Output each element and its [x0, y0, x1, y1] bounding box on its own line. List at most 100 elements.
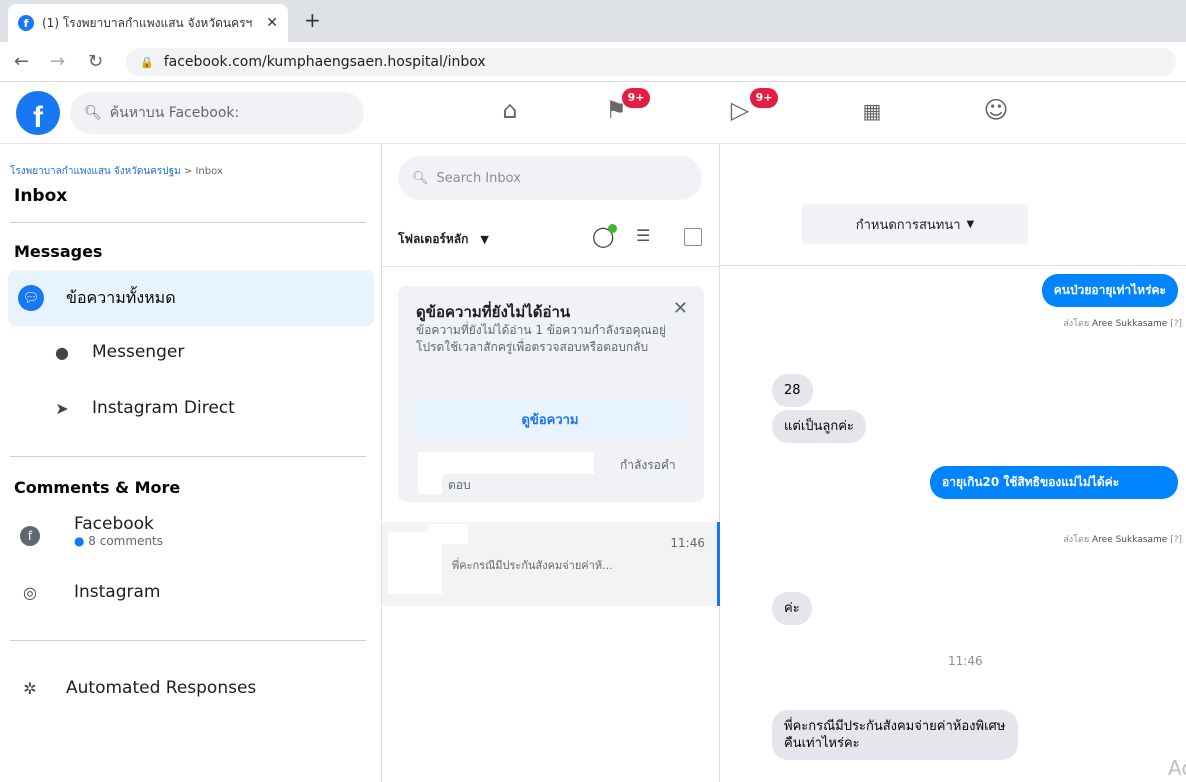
divider: [10, 456, 366, 457]
messenger-icon: ●: [55, 342, 69, 362]
video-badge: 9+: [750, 88, 778, 108]
facebook-icon: f: [20, 526, 40, 546]
reload-icon[interactable]: ↻: [88, 51, 103, 72]
filter-sliders-icon[interactable]: ☰: [636, 226, 650, 245]
sidebar-item-all-messages[interactable]: 💬︎ ข้อความทั้งหมด: [8, 270, 374, 326]
marketplace-icon[interactable]: ▦: [852, 99, 892, 123]
new-tab-button[interactable]: +: [304, 8, 321, 32]
message-bubble-out[interactable]: คนป่วยอายุเท่าไหร่คะ: [1041, 274, 1178, 307]
select-all-checkbox[interactable]: [684, 228, 702, 246]
reply-text: ตอบ: [448, 478, 471, 492]
refresh-status-icon[interactable]: ◯: [592, 224, 618, 248]
unread-card-title: ดูข้อความที่ยังไม่ได้อ่าน: [416, 303, 571, 321]
sidebar-item-label: Instagram: [74, 582, 161, 602]
sent-by-suffix: [?]: [1170, 319, 1182, 329]
online-dot-icon: [608, 224, 618, 233]
sent-by-label: ส่งโดย Aree Sukkasame [?]: [1063, 532, 1182, 546]
sidebar-item-label: ข้อความทั้งหมด: [66, 287, 176, 307]
chat-bubble-icon: 💬︎: [18, 285, 44, 311]
message-timestamp: 11:46: [948, 654, 983, 668]
sidebar-item-instagram[interactable]: ◎ Instagram: [20, 582, 161, 602]
sidebar-item-instagram-direct[interactable]: ➤ Instagram Direct: [52, 398, 235, 418]
conversation-pane: กำหนดการสนทนา ▼ คนป่วยอายุเท่าไหร่คะ ส่งโ…: [720, 144, 1186, 782]
groups-icon[interactable]: ☺: [976, 96, 1016, 124]
url-text: facebook.com/kumphaengsaen.hospital/inbo…: [163, 54, 486, 70]
assign-label: กำหนดการสนทนา: [855, 217, 961, 233]
message-bubble-in[interactable]: พี่คะกรณีมีประกันสังคมจ่ายค่าห้องพิเศษคื…: [772, 710, 1018, 760]
address-bar: ← → ↻ 🔒 facebook.com/kumphaengsaen.hospi…: [0, 42, 1186, 82]
comments-more-heading: Comments & More: [14, 478, 181, 497]
sent-by-name: Aree Sukkasame: [1092, 535, 1168, 545]
home-icon[interactable]: ⌂: [490, 96, 530, 124]
message-bubble-out[interactable]: อายุเกิน20 ใช้สิทธิของแม่ไม่ได้ค่ะ: [930, 466, 1178, 499]
conversation-header: กำหนดการสนทนา ▼: [720, 144, 1186, 266]
thread-preview: พี่คะกรณีมีประกันสังคมจ่ายค่าห้...: [452, 559, 613, 572]
sidebar-item-facebook[interactable]: f Facebook ● 8 comments: [20, 514, 163, 548]
lock-icon: 🔒: [140, 55, 154, 69]
redacted-avatar: [418, 474, 442, 494]
corner-text: Ac: [1168, 756, 1186, 780]
facebook-search-input[interactable]: 🔍︎ ค้นหาบน Facebook:: [70, 92, 364, 134]
inbox-sidebar: โรงพยาบาลกำแพงแสน จังหวัดนครปฐม > Inbox …: [0, 144, 382, 782]
search-inbox-input[interactable]: 🔍︎ Search Inbox: [398, 156, 702, 200]
breadcrumb-separator: >: [180, 166, 196, 177]
sidebar-item-label: Facebook: [74, 514, 154, 534]
folder-label: โฟลเดอร์หลัก: [398, 232, 469, 246]
divider: [10, 222, 366, 223]
sent-by-label: ส่งโดย Aree Sukkasame [?]: [1063, 316, 1182, 330]
search-icon: 🔍︎: [84, 105, 102, 121]
instagram-direct-icon: ➤: [55, 398, 69, 418]
message-bubble-in[interactable]: แต่เป็นลูกค่ะ: [772, 410, 866, 443]
tab-title: (1) โรงพยาบาลกำแพงแสน จังหวัดนครฯ: [42, 15, 253, 30]
sent-by-suffix: [?]: [1170, 535, 1182, 545]
divider: [10, 640, 366, 641]
messages-heading: Messages: [14, 242, 103, 261]
facebook-comments-count: ● 8 comments: [74, 534, 163, 548]
message-bubble-in[interactable]: ค่ะ: [772, 592, 812, 625]
sent-by-prefix: ส่งโดย: [1063, 535, 1090, 545]
caret-down-icon: ▼: [480, 233, 489, 246]
caret-down-icon: ▼: [966, 218, 975, 230]
view-messages-button[interactable]: ดูข้อความ: [414, 400, 686, 438]
close-icon[interactable]: ✕: [673, 298, 688, 319]
sent-by-prefix: ส่งโดย: [1063, 319, 1090, 329]
facebook-top-bar: f 🔍︎ ค้นหาบน Facebook: ⌂ ⚑ 9+ ▷ 9+ ▦ ☺: [0, 82, 1186, 144]
redacted-name: [428, 524, 468, 544]
instagram-icon: ◎: [23, 582, 37, 602]
thread-list-panel: 🔍︎ Search Inbox โฟลเดอร์หลัก ▼ ◯ ☰ ดูข้อค…: [382, 144, 720, 782]
sidebar-item-label: Messenger: [92, 342, 185, 362]
breadcrumb-page-link[interactable]: โรงพยาบาลกำแพงแสน จังหวัดนครปฐม: [10, 166, 181, 177]
sidebar-item-label: Automated Responses: [66, 678, 257, 698]
facebook-logo-icon[interactable]: f: [16, 91, 60, 135]
sidebar-item-automated-responses[interactable]: ✲ Automated Responses: [20, 678, 256, 698]
facebook-favicon-icon: f: [18, 15, 34, 31]
back-arrow-icon[interactable]: ←: [14, 51, 29, 72]
search-inbox-placeholder: Search Inbox: [436, 170, 521, 186]
breadcrumb: โรงพยาบาลกำแพงแสน จังหวัดนครปฐม > Inbox: [10, 164, 223, 179]
sidebar-item-label: Instagram Direct: [92, 398, 235, 418]
thread-time: 11:46: [670, 536, 705, 550]
automation-icon: ✲: [23, 678, 37, 698]
search-placeholder: ค้นหาบน Facebook:: [109, 105, 240, 121]
facebook-item-text: Facebook ● 8 comments: [74, 514, 163, 548]
breadcrumb-current: Inbox: [195, 166, 223, 177]
comments-count-text: 8 comments: [88, 534, 164, 548]
search-icon: 🔍︎: [412, 170, 429, 186]
message-bubble-in[interactable]: 28: [772, 374, 813, 407]
folder-dropdown[interactable]: โฟลเดอร์หลัก ▼: [398, 230, 489, 249]
waiting-text: กำลังรอคำ: [620, 458, 676, 472]
thread-row[interactable]: 11:46 พี่คะกรณีมีประกันสังคมจ่ายค่าห้...: [382, 522, 720, 606]
sidebar-item-messenger[interactable]: ● Messenger: [52, 342, 184, 362]
browser-tab[interactable]: f (1) โรงพยาบาลกำแพงแสน จังหวัดนครฯ ✕: [8, 4, 288, 42]
browser-tab-bar: f (1) โรงพยาบาลกำแพงแสน จังหวัดนครฯ ✕ +: [0, 0, 1186, 42]
close-tab-icon[interactable]: ✕: [266, 15, 278, 31]
url-field[interactable]: 🔒 facebook.com/kumphaengsaen.hospital/in…: [126, 48, 1176, 76]
redacted-name: [418, 452, 594, 474]
forward-arrow-icon[interactable]: →: [50, 51, 65, 72]
unread-messages-card: ดูข้อความที่ยังไม่ได้อ่าน ✕ ข้อความที่ยั…: [398, 286, 704, 502]
unread-dot-icon: ●: [74, 534, 89, 548]
assign-conversation-button[interactable]: กำหนดการสนทนา ▼: [802, 204, 1028, 244]
page-title: Inbox: [14, 186, 68, 206]
pages-badge: 9+: [622, 88, 650, 108]
sent-by-name: Aree Sukkasame: [1092, 319, 1168, 329]
